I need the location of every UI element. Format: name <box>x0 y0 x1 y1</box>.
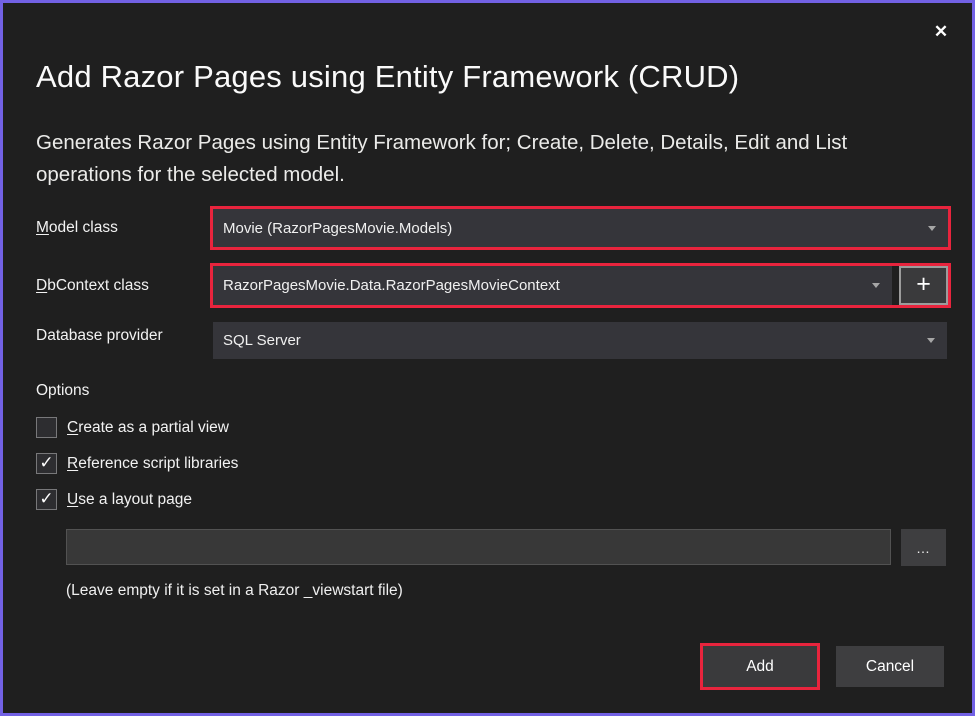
close-icon: ✕ <box>934 22 948 42</box>
dialog-description: Generates Razor Pages using Entity Frame… <box>36 127 948 191</box>
page-title: Add Razor Pages using Entity Framework (… <box>36 59 739 95</box>
reference-script-libraries-accesskey: R <box>67 455 78 472</box>
chevron-down-icon <box>928 226 936 231</box>
use-layout-page-label: Use a layout page <box>67 491 192 509</box>
ellipsis-icon: … <box>916 540 931 556</box>
dbcontext-class-label-rest: bContext class <box>47 277 149 294</box>
create-partial-view-accesskey: C <box>67 419 78 436</box>
create-partial-view-rest: reate as a partial view <box>78 419 229 436</box>
browse-button[interactable]: … <box>901 529 946 566</box>
use-layout-page-accesskey: U <box>67 491 78 508</box>
model-class-value: Movie (RazorPagesMovie.Models) <box>223 220 928 237</box>
options-label: Options <box>36 382 89 400</box>
create-partial-view-label: Create as a partial view <box>67 419 229 437</box>
reference-script-libraries-checkbox[interactable]: ✓ <box>36 453 57 474</box>
model-class-label-rest: odel class <box>49 219 118 236</box>
add-dbcontext-button[interactable]: + <box>899 266 948 305</box>
dbcontext-class-label: DbContext class <box>36 277 149 295</box>
create-partial-view-checkbox[interactable] <box>36 417 57 438</box>
chevron-down-icon <box>927 338 935 343</box>
add-razor-pages-dialog: ✕ Add Razor Pages using Entity Framework… <box>0 0 975 716</box>
model-class-dropdown[interactable]: Movie (RazorPagesMovie.Models) <box>213 209 948 247</box>
use-layout-page-checkbox[interactable]: ✓ <box>36 489 57 510</box>
dbcontext-class-dropdown[interactable]: RazorPagesMovie.Data.RazorPagesMovieCont… <box>213 266 892 305</box>
add-button[interactable]: Add <box>703 646 817 687</box>
reference-script-libraries-label: Reference script libraries <box>67 455 238 473</box>
model-class-label: Model class <box>36 219 118 237</box>
layout-page-hint: (Leave empty if it is set in a Razor _vi… <box>66 582 403 600</box>
database-provider-dropdown[interactable]: SQL Server <box>213 322 947 359</box>
plus-icon: + <box>916 272 931 297</box>
database-provider-value: SQL Server <box>223 332 927 349</box>
check-icon: ✓ <box>39 453 53 472</box>
close-button[interactable]: ✕ <box>926 17 956 47</box>
cancel-button[interactable]: Cancel <box>836 646 944 687</box>
dbcontext-class-value: RazorPagesMovie.Data.RazorPagesMovieCont… <box>223 277 872 294</box>
model-class-label-accesskey: M <box>36 219 49 236</box>
chevron-down-icon <box>872 283 880 288</box>
use-layout-page-rest: se a layout page <box>78 491 192 508</box>
reference-script-libraries-rest: eference script libraries <box>78 455 238 472</box>
model-class-highlight: Movie (RazorPagesMovie.Models) <box>210 206 951 250</box>
dbcontext-class-highlight: RazorPagesMovie.Data.RazorPagesMovieCont… <box>210 263 951 308</box>
database-provider-label: Database provider <box>36 327 163 345</box>
check-icon: ✓ <box>39 489 53 508</box>
layout-page-input[interactable] <box>66 529 891 565</box>
dbcontext-class-label-accesskey: D <box>36 277 47 294</box>
add-button-highlight: Add <box>700 643 820 690</box>
